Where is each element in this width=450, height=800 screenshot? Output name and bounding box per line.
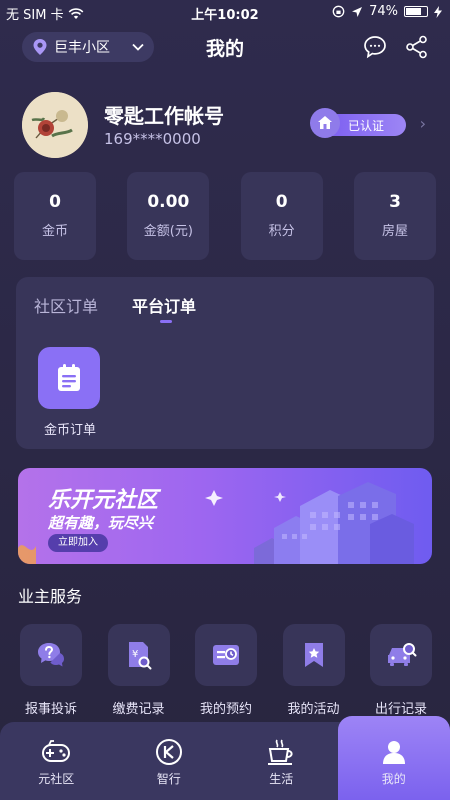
verified-label: 已认证	[348, 118, 385, 133]
promo-banner[interactable]: 乐开元社区 超有趣，玩尽兴 立即加入	[18, 468, 432, 564]
service-my-appointments[interactable]: 我的预约	[191, 624, 261, 719]
stat-label: 积分	[268, 224, 295, 239]
service-my-activities[interactable]: 我的活动	[279, 624, 349, 719]
tab-mine[interactable]: 我的	[337, 716, 450, 800]
bottom-tab-bar: 元社区 智行 生活 我的	[0, 716, 450, 800]
top-header: 巨丰小区 我的	[0, 28, 450, 68]
tab-label: 智行	[156, 772, 181, 786]
question-chat-icon	[20, 624, 82, 686]
battery-icon	[404, 6, 428, 17]
share-icon[interactable]	[404, 34, 430, 60]
order-item-label: 金币订单	[43, 423, 96, 438]
service-label: 我的活动	[287, 702, 340, 717]
stat-balance[interactable]: 0.00 金额(元)	[127, 172, 210, 260]
username: 零匙工作帐号	[104, 104, 224, 128]
chevron-right-icon: ›	[419, 114, 426, 133]
avatar-image	[22, 92, 88, 158]
appointment-icon	[195, 624, 257, 686]
stat-value: 3	[389, 192, 401, 212]
tab-label: 我的	[381, 772, 406, 786]
tab-label: 元社区	[38, 772, 75, 786]
stat-label: 金币	[41, 224, 68, 239]
tab-meta-community[interactable]: 元社区	[0, 722, 113, 800]
bookmark-star-icon	[282, 624, 345, 686]
charging-icon	[434, 5, 442, 18]
tab-community-orders[interactable]: 社区订单	[34, 293, 98, 317]
stat-value: 0.00	[147, 192, 190, 212]
stat-label: 房屋	[381, 224, 408, 239]
stat-value: 0	[49, 192, 61, 212]
service-label: 缴费记录	[112, 702, 165, 717]
stat-coins[interactable]: 0 金币	[14, 172, 96, 260]
orders-panel: 社区订单 平台订单 金币订单	[16, 277, 434, 449]
tab-platform-orders[interactable]: 平台订单	[132, 293, 196, 317]
battery-percent: 74%	[369, 4, 398, 19]
join-now-button[interactable]: 立即加入	[48, 534, 108, 552]
service-report-complaint[interactable]: 报事投诉	[16, 624, 86, 719]
clipboard-icon	[38, 347, 100, 409]
coffee-cup-icon	[225, 738, 338, 766]
status-bar: 无 SIM 卡 上午10:02 74%	[0, 0, 450, 24]
location-arrow-icon	[352, 6, 363, 17]
stat-value: 0	[275, 192, 288, 212]
k-circle-icon	[113, 738, 226, 766]
lock-rotation-icon	[332, 5, 345, 18]
profile-card[interactable]: 零匙工作帐号 169****0000 已认证 ›	[22, 92, 432, 162]
section-title: 业主服务	[18, 587, 83, 606]
car-search-icon	[370, 624, 432, 686]
banner-subtitle: 超有趣，玩尽兴	[48, 514, 154, 532]
stats-row: 0 金币 0.00 金额(元) 0 积分 3 房屋	[14, 172, 436, 260]
tab-label: 生活	[269, 772, 294, 786]
battery-fill	[406, 8, 421, 15]
message-icon[interactable]	[362, 34, 388, 60]
stat-label: 金额(元)	[143, 224, 193, 239]
banner-title: 乐开元社区	[48, 488, 159, 513]
service-label: 出行记录	[374, 702, 427, 717]
stat-points[interactable]: 0 积分	[240, 172, 323, 260]
active-tab-indicator	[160, 320, 172, 323]
service-travel-records[interactable]: 出行记录	[366, 624, 436, 719]
gamepad-icon	[0, 738, 113, 766]
phone-number: 169****0000	[104, 130, 201, 148]
verified-house-icon	[310, 108, 340, 138]
person-icon	[338, 738, 450, 766]
service-payment-records[interactable]: ¥ 缴费记录	[104, 624, 174, 719]
avatar[interactable]	[22, 92, 88, 158]
service-label: 我的预约	[199, 702, 252, 717]
service-label: 报事投诉	[24, 702, 77, 717]
svg-text:¥: ¥	[132, 649, 138, 660]
owner-services-grid: 报事投诉 ¥ 缴费记录 我的预约 我的活动 出行记录	[16, 624, 436, 719]
tab-life[interactable]: 生活	[225, 722, 338, 800]
bill-search-icon: ¥	[107, 624, 170, 686]
coin-orders-item[interactable]: 金币订单	[38, 347, 102, 438]
tab-smart-travel[interactable]: 智行	[113, 722, 226, 800]
stat-houses[interactable]: 3 房屋	[353, 172, 436, 260]
